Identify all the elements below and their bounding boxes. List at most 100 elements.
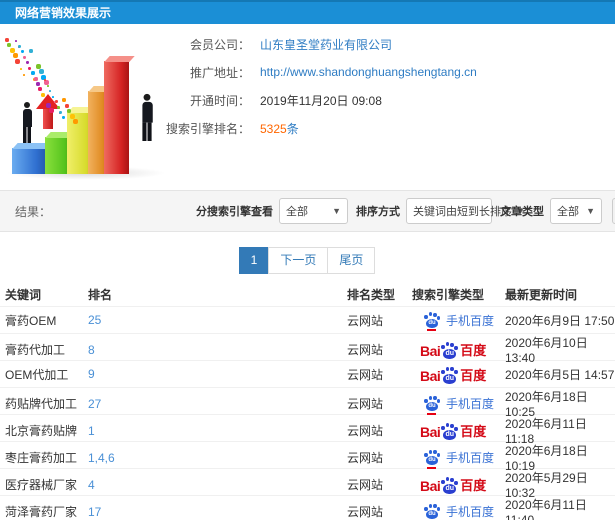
paw-toe xyxy=(445,477,450,482)
baidu-logo-cn: 百度 xyxy=(460,424,487,439)
bar-red xyxy=(104,61,129,174)
paw-toe xyxy=(436,399,441,404)
confetti-dot xyxy=(54,100,58,104)
paw-toe xyxy=(433,504,437,509)
baidu-paw-icon: du xyxy=(441,423,459,441)
confetti-dot xyxy=(28,66,32,70)
table-row: 膏药OEM 25 云网站 du 手机百度 2020年6月9日 17:50 xyxy=(0,306,615,333)
confetti-dot xyxy=(48,108,54,114)
promo-url-link[interactable]: http://www.shandonghuangshengtang.cn xyxy=(260,65,477,79)
confetti-dot xyxy=(18,44,22,48)
rank-count-number: 5325 xyxy=(260,121,287,136)
baidu-paw-icon: du xyxy=(441,477,459,495)
confetti-dot xyxy=(12,53,18,59)
results-table: 关键词 排名 排名类型 搜索引擎类型 最新更新时间 膏药OEM 25 云网站 du 手机… xyxy=(0,282,615,520)
mobile-baidu-paw-icon: du xyxy=(424,395,441,415)
confetti-dot xyxy=(31,71,36,76)
rank-cell: 9 xyxy=(88,367,347,381)
mobile-baidu-logo: du 手机百度 xyxy=(424,312,495,331)
paw-toe xyxy=(441,345,445,350)
paw-toe xyxy=(436,315,441,320)
open-time-label: 开通时间： xyxy=(189,93,250,108)
open-time-value: 2019年11月20日 09:08 xyxy=(260,93,382,108)
page-title: 网络营销效果展示 xyxy=(15,6,112,20)
paw-toe xyxy=(445,342,450,347)
rank-cell: 8 xyxy=(88,343,347,357)
header-keyword: 关键词 xyxy=(5,287,42,302)
rank-count-label: 搜索引擎排名： xyxy=(165,121,250,136)
mobile-baidu-paw-icon: du xyxy=(424,449,441,469)
rank-link[interactable]: 17 xyxy=(88,505,101,519)
rank-count-unit: 条 xyxy=(286,121,299,136)
company-link[interactable]: 山东皇圣堂药业有限公司 xyxy=(260,36,392,53)
paw-toe xyxy=(428,395,432,400)
rank-link[interactable]: 4 xyxy=(88,478,95,492)
table-header-row: 关键词 排名 排名类型 搜索引擎类型 最新更新时间 xyxy=(0,282,615,306)
info-rows: 会员公司： 山东皇圣堂药业有限公司 推广地址： http://www.shand… xyxy=(160,30,477,142)
paw-toe xyxy=(428,449,432,454)
paw-toe xyxy=(445,366,450,371)
paw-toe xyxy=(436,453,441,458)
paw-toe xyxy=(441,369,445,374)
rank-type-cell: 云网站 xyxy=(347,424,384,438)
rank-link[interactable]: 1 xyxy=(88,424,95,438)
baidu-paw-icon: du xyxy=(441,342,459,360)
article-type-select[interactable]: 全部 ▼ xyxy=(550,198,602,224)
rank-link[interactable]: 8 xyxy=(88,343,95,357)
engine-filter-label: 分搜索引擎查看 xyxy=(196,206,273,218)
header-engine-type: 搜索引擎类型 xyxy=(412,287,485,302)
rank-type-cell: 云网站 xyxy=(347,397,384,411)
confetti-dot xyxy=(38,69,44,75)
confetti-dot xyxy=(4,37,9,42)
rank-link[interactable]: 9 xyxy=(88,367,95,381)
confetti-dot xyxy=(61,116,65,120)
sort-filter-select[interactable]: 关键词由短到长排序 ▼ xyxy=(406,198,525,224)
baidu-paw-icon: du xyxy=(441,366,459,385)
article-type-value: 全部 xyxy=(557,206,579,218)
bar-blue xyxy=(12,148,47,174)
paw-toe xyxy=(454,426,458,431)
keyword-cell: 北京膏药贴牌 xyxy=(5,424,78,438)
page-button-last[interactable]: 尾页 xyxy=(327,247,376,274)
mobile-baidu-paw-icon: du xyxy=(424,312,441,331)
paw-toe xyxy=(454,370,458,375)
confetti-dot xyxy=(20,68,23,71)
header-updated: 最新更新时间 xyxy=(505,287,578,302)
mobile-baidu-logo: du 手机百度 xyxy=(424,449,494,469)
keyword-cell: 枣庄膏药加工 xyxy=(5,451,78,465)
confetti-dot xyxy=(40,92,45,97)
baidu-logo-bai: Bai xyxy=(420,478,441,494)
sort-filter-value: 关键词由短到长排序 xyxy=(413,206,512,218)
mobile-baidu-label: 手机百度 xyxy=(446,397,495,411)
page-button-next[interactable]: 下一页 xyxy=(268,247,329,274)
baidu-logo: Bai du 百度 xyxy=(420,365,486,384)
keyword-cell: 菏泽膏药厂家 xyxy=(5,505,78,519)
keyword-cell: OEM代加工 xyxy=(5,367,69,382)
engine-filter-select[interactable]: 全部 ▼ xyxy=(279,198,348,224)
confetti-dot xyxy=(33,76,38,81)
rank-link[interactable]: 27 xyxy=(88,397,101,411)
rank-type-cell: 云网站 xyxy=(347,343,384,357)
baidu-logo-bai: Bai xyxy=(420,343,441,359)
rank-link[interactable]: 1,4,6 xyxy=(88,451,115,465)
paw-toe xyxy=(428,503,432,508)
sort-filter-label: 排序方式 xyxy=(356,206,400,218)
baidu-logo: Bai du 百度 xyxy=(420,421,486,440)
mobile-baidu-label: 手机百度 xyxy=(446,313,495,328)
page-button-current[interactable]: 1 xyxy=(238,247,270,274)
updated-cell: 2020年6月5日 14:57 xyxy=(505,367,615,382)
confetti-dot xyxy=(20,50,24,54)
confetti-dot xyxy=(15,40,18,43)
growth-chart-illustration xyxy=(0,28,185,186)
mobile-baidu-logo: du 手机百度 xyxy=(424,503,494,520)
pagination: 1 下一页 尾页 xyxy=(0,247,615,274)
confetti-dot xyxy=(22,73,25,76)
paw-toe xyxy=(445,423,450,428)
businessman-figure-right xyxy=(137,93,158,141)
chevron-down-icon: ▼ xyxy=(586,206,595,216)
rank-link[interactable]: 25 xyxy=(88,313,101,327)
keyword-cell: 药贴牌代加工 xyxy=(5,397,78,411)
rank-type-cell: 云网站 xyxy=(347,478,384,492)
engine-cell: du 手机百度 xyxy=(412,449,505,469)
paw-toe xyxy=(424,506,428,511)
